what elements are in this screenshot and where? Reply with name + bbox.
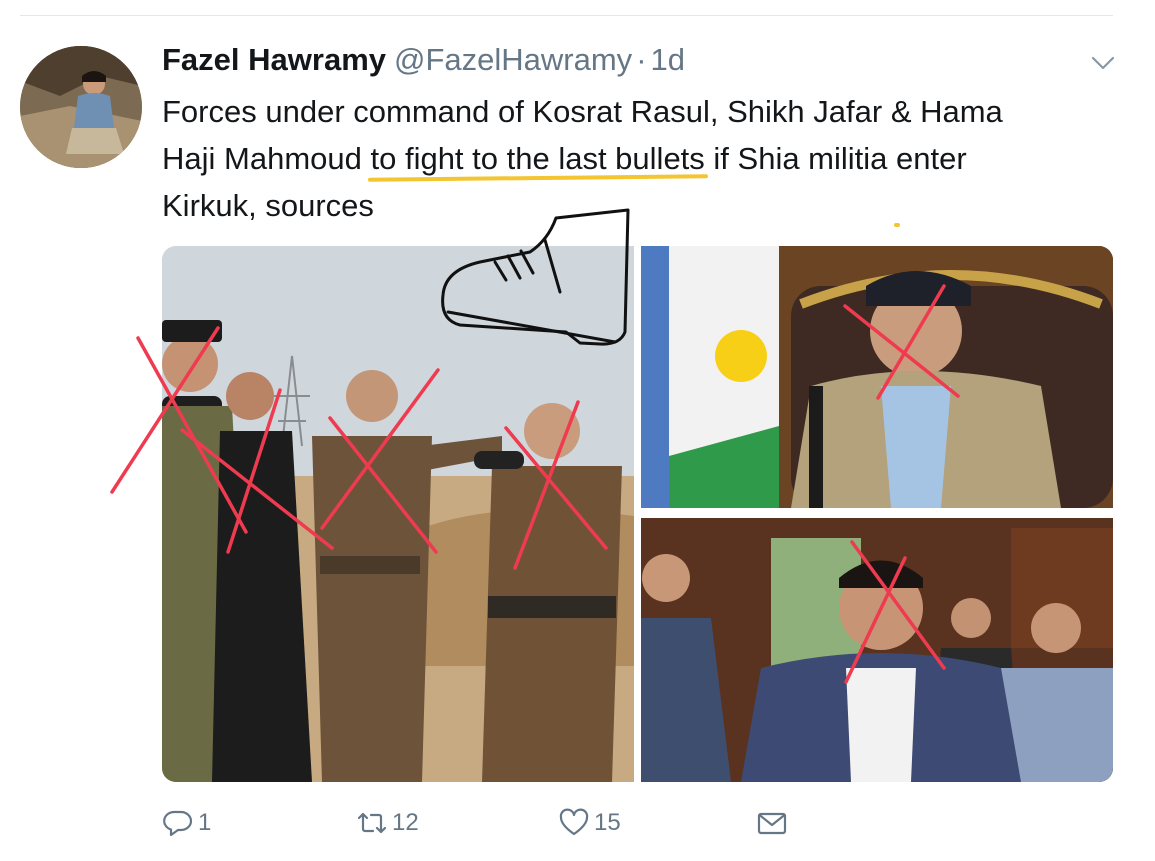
photo-seated-leader[interactable] [641, 246, 1113, 508]
author-handle[interactable]: @FazelHawramy [394, 42, 632, 77]
retweet-icon [357, 812, 387, 834]
tweet-text: Forces under command of Kosrat Rasul, Sh… [162, 88, 1062, 229]
like-count: 15 [594, 809, 621, 836]
retweet-button[interactable]: 12 [356, 800, 419, 846]
heart-icon [559, 808, 589, 836]
tweet-text-part: sources [256, 188, 374, 223]
author-name[interactable]: Fazel Hawramy [162, 42, 386, 77]
avatar[interactable] [20, 46, 142, 168]
avatar-photo [20, 46, 142, 168]
reply-button[interactable]: 1 [162, 800, 211, 846]
tweet-text-part: if Shia militia [704, 141, 897, 176]
like-button[interactable]: 15 [558, 800, 621, 846]
highlighted-phrase: to fight to the last bullets [370, 141, 705, 176]
chevron-down-icon[interactable] [1090, 53, 1116, 73]
top-divider [20, 15, 1113, 16]
tweet-header: Fazel Hawramy @FazelHawramy · 1d [162, 42, 1042, 82]
envelope-icon [757, 812, 787, 835]
reply-count: 1 [198, 809, 212, 836]
retweet-count: 12 [392, 809, 419, 836]
photo-group-outdoors[interactable] [162, 246, 634, 782]
tweet-actions: 1 12 15 [162, 800, 1062, 846]
media-grid [162, 246, 1113, 782]
photo-walking-leader[interactable] [641, 518, 1113, 782]
reply-icon [163, 810, 193, 837]
tweet-timestamp[interactable]: 1d [651, 42, 685, 77]
direct-message-button[interactable] [756, 800, 792, 846]
separator-dot: · [636, 42, 647, 77]
